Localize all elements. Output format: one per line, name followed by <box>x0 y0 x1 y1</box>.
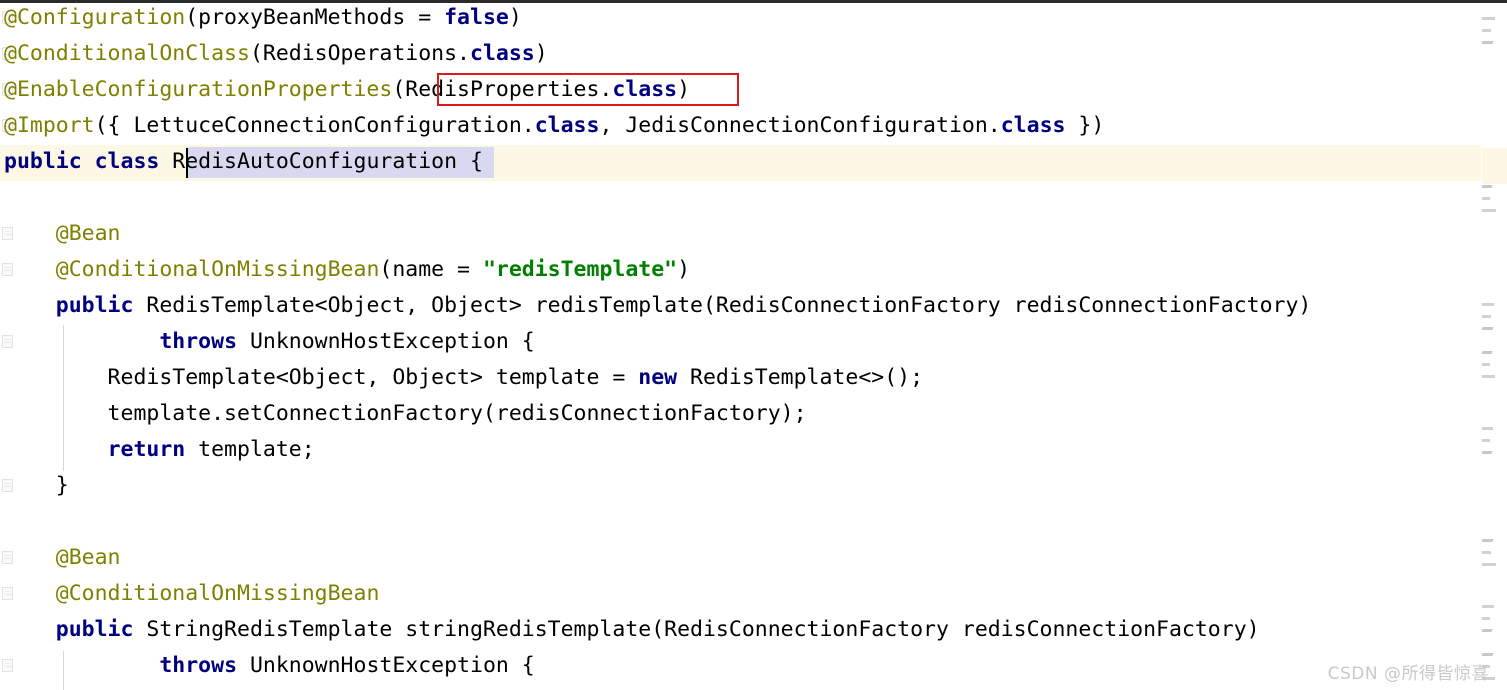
code-line[interactable]: @ConditionalOnMissingBean(name = "redisT… <box>4 252 690 288</box>
code-token-kw: class <box>470 41 535 66</box>
code-token-txt: ) <box>677 77 691 102</box>
code-editor[interactable]: @Configuration(proxyBeanMethods = false)… <box>0 0 1507 690</box>
indent-guide <box>63 325 64 471</box>
code-line[interactable]: RedisTemplate<Object, Object> template =… <box>4 360 924 396</box>
minimap-row <box>1482 551 1491 554</box>
minimap-row <box>1482 653 1494 656</box>
code-token-kw: class <box>612 77 678 102</box>
code-token-txt: template.setConnectionFactory(redisConne… <box>4 401 807 426</box>
code-token-txt: (proxyBeanMethods = <box>185 5 445 30</box>
code-token-txt: UnknownHostException { <box>249 329 535 354</box>
code-line[interactable]: template.setConnectionFactory(redisConne… <box>4 396 807 432</box>
code-token-txt: RedisTemplate<Object, Object> redisTempl… <box>146 293 1312 318</box>
code-line[interactable]: @Bean <box>4 540 121 576</box>
minimap-row <box>1482 185 1493 188</box>
code-token-str: "redisTemplate" <box>482 257 678 282</box>
minimap-row <box>1482 617 1490 620</box>
code-line[interactable]: } <box>4 468 69 504</box>
code-token-anno: @ConditionalOnClass <box>4 41 250 66</box>
code-line[interactable]: @Import({ LettuceConnectionConfiguration… <box>4 108 1104 144</box>
indent-guide <box>63 651 64 690</box>
code-line[interactable]: @EnableConfigurationProperties(RedisProp… <box>4 72 690 108</box>
code-line[interactable]: @Bean <box>4 216 121 252</box>
minimap-row <box>1482 427 1493 430</box>
code-line[interactable]: throws UnknownHostException { <box>4 648 535 684</box>
minimap-row <box>1482 563 1496 566</box>
code-line[interactable]: @ConditionalOnClass(RedisOperations.clas… <box>4 36 548 72</box>
minimap-row <box>1482 315 1491 318</box>
minimap-row <box>1482 605 1494 608</box>
code-line[interactable]: throws UnknownHostException { <box>4 324 535 360</box>
code-token-txt: RedisAutoConfiguration { <box>172 149 483 174</box>
code-line[interactable]: return template; <box>4 432 315 468</box>
code-token-kw: new <box>638 365 691 390</box>
minimap-row <box>1482 351 1493 354</box>
code-token-txt: , JedisConnectionConfiguration. <box>599 113 1001 138</box>
minimap-row <box>1482 439 1490 442</box>
code-token-anno: @Bean <box>55 545 121 570</box>
code-line[interactable]: @ConditionalOnMissingBean <box>4 576 380 612</box>
code-token-kw: public <box>55 617 147 642</box>
code-minimap[interactable] <box>1481 3 1507 690</box>
minimap-row <box>1482 327 1494 330</box>
code-token-txt: } <box>4 473 69 498</box>
code-token-kw: return <box>107 437 199 462</box>
minimap-current-line <box>1482 148 1507 184</box>
code-token-txt: StringRedisTemplate stringRedisTemplate(… <box>146 617 1260 642</box>
text-caret <box>186 148 188 178</box>
code-token-anno: @Configuration <box>4 5 186 30</box>
code-token-kw: class <box>534 113 600 138</box>
code-line[interactable]: @Configuration(proxyBeanMethods = false) <box>4 0 522 36</box>
code-token-kw: public class <box>4 149 173 174</box>
minimap-row <box>1482 375 1495 378</box>
minimap-row <box>1482 29 1491 32</box>
minimap-row <box>1482 539 1494 542</box>
minimap-row <box>1482 629 1493 632</box>
code-token-kw: class <box>1000 113 1066 138</box>
code-line[interactable]: public StringRedisTemplate stringRedisTe… <box>4 612 1260 648</box>
minimap-row <box>1482 451 1493 454</box>
code-line[interactable]: public class RedisAutoConfiguration { <box>4 144 483 180</box>
code-token-txt: (RedisOperations. <box>249 41 471 66</box>
code-token-txt: (RedisProperties. <box>392 77 613 102</box>
minimap-row <box>1482 363 1490 366</box>
code-token-txt: ) <box>677 257 691 282</box>
code-token-kw: throws <box>159 329 250 354</box>
code-token-txt: ) <box>534 41 548 66</box>
code-token-anno: @Bean <box>55 221 121 246</box>
csdn-watermark: CSDN @所得皆惊喜 <box>1327 664 1489 684</box>
code-token-txt: (name = <box>379 257 483 282</box>
code-text-layer[interactable]: @Configuration(proxyBeanMethods = false)… <box>0 0 1481 690</box>
minimap-row <box>1482 197 1490 200</box>
code-token-anno: @ConditionalOnMissingBean <box>55 581 380 606</box>
code-token-txt: ) <box>508 5 522 30</box>
code-line[interactable]: public RedisTemplate<Object, Object> red… <box>4 288 1312 324</box>
minimap-row <box>1482 17 1495 20</box>
code-token-kw: false <box>444 5 509 30</box>
code-token-txt: ({ LettuceConnectionConfiguration. <box>94 113 535 138</box>
code-token-txt: RedisTemplate<Object, Object> template = <box>4 365 639 390</box>
minimap-row <box>1482 303 1494 306</box>
code-token-kw: throws <box>159 653 250 678</box>
code-token-anno: @ConditionalOnMissingBean <box>55 257 380 282</box>
code-token-txt: template; <box>198 437 315 462</box>
minimap-row <box>1482 41 1494 44</box>
minimap-row <box>1482 209 1496 212</box>
code-token-txt: RedisTemplate<>(); <box>690 365 924 390</box>
code-token-txt: UnknownHostException { <box>249 653 535 678</box>
code-token-kw: public <box>55 293 147 318</box>
code-token-anno: @EnableConfigurationProperties <box>4 77 393 102</box>
code-token-anno: @Import <box>4 113 95 138</box>
code-token-txt: }) <box>1065 113 1105 138</box>
